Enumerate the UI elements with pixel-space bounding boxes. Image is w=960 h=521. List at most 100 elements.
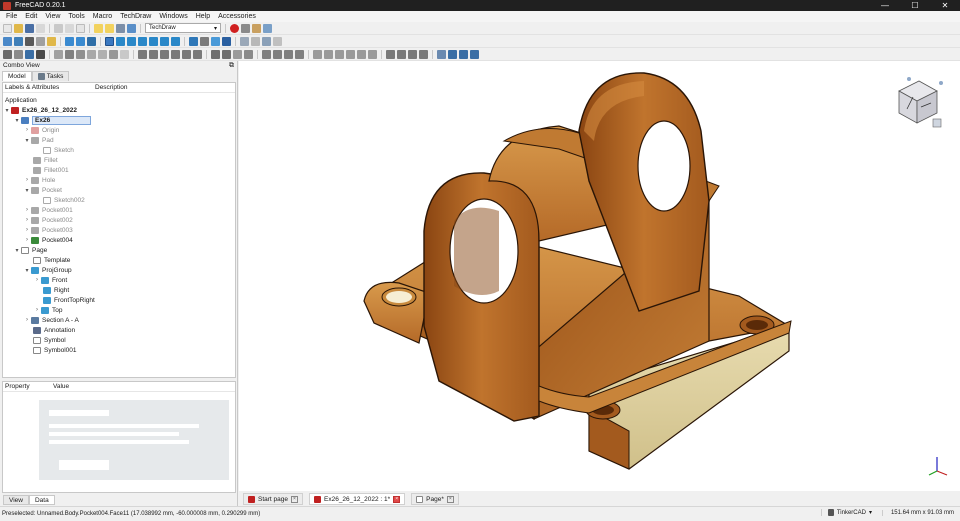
- collapse-arrow-icon[interactable]: ▾: [23, 137, 31, 144]
- expand-arrow-icon[interactable]: ›: [23, 237, 31, 243]
- projection-group-icon[interactable]: [65, 49, 74, 59]
- menu-tools[interactable]: Tools: [64, 13, 88, 20]
- bottom-view-icon[interactable]: [160, 36, 169, 46]
- export-svg-icon[interactable]: [448, 49, 457, 59]
- tree-item-ex26-body[interactable]: ▾ Ex26: [13, 115, 91, 125]
- menu-accessories[interactable]: Accessories: [214, 13, 260, 20]
- close-tab-icon[interactable]: ×: [446, 495, 454, 503]
- radius-dimension-icon[interactable]: [171, 49, 180, 59]
- tree-item-page[interactable]: ▾ Page: [13, 245, 47, 255]
- vertical-dimension-icon[interactable]: [160, 49, 169, 59]
- menu-edit[interactable]: Edit: [21, 13, 41, 20]
- tree-item-symbol001[interactable]: Symbol001: [33, 345, 77, 355]
- close-tab-icon[interactable]: ×: [393, 495, 401, 503]
- tree-item-fillet001[interactable]: Fillet001: [33, 165, 69, 175]
- tree-item-template[interactable]: Template: [33, 255, 70, 265]
- forward-arrow-icon[interactable]: [76, 36, 85, 46]
- tree-item-top[interactable]: › Top: [33, 305, 62, 315]
- rich-text-icon[interactable]: [284, 49, 293, 59]
- fit-all-icon[interactable]: [3, 36, 12, 46]
- tree-item-fillet[interactable]: Fillet: [33, 155, 58, 165]
- tree-item-sketch[interactable]: Sketch: [43, 145, 74, 155]
- leader-line-icon[interactable]: [273, 49, 282, 59]
- tree-item-fronttopright[interactable]: FrontTopRight: [43, 295, 95, 305]
- 3d-model-render[interactable]: [239, 61, 960, 491]
- angle-dimension-icon[interactable]: [193, 49, 202, 59]
- part-icon[interactable]: [240, 36, 249, 46]
- export-dxf-icon[interactable]: [459, 49, 468, 59]
- section-view-icon[interactable]: [76, 49, 85, 59]
- tab-model[interactable]: Model: [2, 71, 32, 81]
- save-icon[interactable]: [25, 23, 34, 33]
- navigation-style-selector[interactable]: TinkerCAD ▾: [820, 509, 872, 516]
- close-button[interactable]: ✕: [930, 0, 960, 11]
- tree-item-sketch002[interactable]: Sketch002: [43, 195, 85, 205]
- group-icon[interactable]: [251, 36, 260, 46]
- whats-this-icon[interactable]: [127, 23, 136, 33]
- measure-toggle-icon[interactable]: [211, 36, 220, 46]
- fit-selection-icon[interactable]: [14, 36, 23, 46]
- expand-arrow-icon[interactable]: ›: [33, 277, 41, 283]
- macro-play-icon[interactable]: [263, 23, 272, 33]
- hatch-icon[interactable]: [211, 49, 220, 59]
- isometric-view-icon[interactable]: [105, 36, 114, 46]
- tab-page[interactable]: Page* ×: [411, 493, 459, 505]
- expand-arrow-icon[interactable]: ›: [23, 317, 31, 323]
- bounding-box-icon[interactable]: [36, 36, 45, 46]
- tree-item-right[interactable]: Right: [43, 285, 69, 295]
- cosmetic-line-icon[interactable]: [357, 49, 366, 59]
- menu-help[interactable]: Help: [192, 13, 214, 20]
- link-icon[interactable]: [87, 36, 96, 46]
- tree-item-pocket002[interactable]: › Pocket002: [23, 215, 73, 225]
- tab-3d-document[interactable]: Ex26_26_12_2022 : 1* ×: [309, 493, 406, 505]
- export-pdf-icon[interactable]: [470, 49, 479, 59]
- measure-clear-icon[interactable]: [200, 36, 209, 46]
- cosmetic-vertex-icon[interactable]: [324, 49, 333, 59]
- expand-arrow-icon[interactable]: ›: [33, 307, 41, 313]
- macro-stop-icon[interactable]: [241, 23, 250, 33]
- right-view-icon[interactable]: [138, 36, 147, 46]
- spreadsheet-view-icon[interactable]: [120, 49, 129, 59]
- expand-arrow-icon[interactable]: ›: [23, 207, 31, 213]
- arch-view-icon[interactable]: [109, 49, 118, 59]
- front-view-icon[interactable]: [116, 36, 125, 46]
- refresh-icon[interactable]: [116, 23, 125, 33]
- diameter-dimension-icon[interactable]: [182, 49, 191, 59]
- copy-icon[interactable]: [65, 23, 74, 33]
- tree-item-projgroup[interactable]: ▾ ProjGroup: [23, 265, 72, 275]
- thread-icon[interactable]: [419, 49, 428, 59]
- tree-item-pocket[interactable]: ▾ Pocket: [23, 185, 62, 195]
- expand-arrow-icon[interactable]: ›: [23, 177, 31, 183]
- collapse-arrow-icon[interactable]: ▾: [13, 247, 21, 254]
- save-as-icon[interactable]: [36, 23, 45, 33]
- link-actions-icon[interactable]: [273, 36, 282, 46]
- centerline-icon[interactable]: [313, 49, 322, 59]
- toggle-frames-icon[interactable]: [437, 49, 446, 59]
- expand-arrow-icon[interactable]: ›: [23, 227, 31, 233]
- description-column-header[interactable]: Description: [95, 84, 128, 91]
- horizontal-dimension-icon[interactable]: [149, 49, 158, 59]
- lock-icon[interactable]: [47, 36, 56, 46]
- paste-icon[interactable]: [76, 23, 85, 33]
- balloon-icon[interactable]: [295, 49, 304, 59]
- print-all-icon[interactable]: [36, 49, 45, 59]
- rear-view-icon[interactable]: [149, 36, 158, 46]
- tree-item-pocket004[interactable]: › Pocket004: [23, 235, 73, 245]
- cosmetic-circle-icon[interactable]: [368, 49, 377, 59]
- menu-techdraw[interactable]: TechDraw: [116, 13, 155, 20]
- tree-item-section[interactable]: › Section A - A: [23, 315, 79, 325]
- detail-view-icon[interactable]: [87, 49, 96, 59]
- tab-data[interactable]: Data: [28, 495, 55, 505]
- measure-ruler-icon[interactable]: [222, 36, 231, 46]
- cut-icon[interactable]: [54, 23, 63, 33]
- macro-record-icon[interactable]: [230, 23, 239, 33]
- expand-arrow-icon[interactable]: ›: [23, 127, 31, 133]
- tab-tasks[interactable]: Tasks: [31, 71, 70, 81]
- symbol-icon[interactable]: [233, 49, 242, 59]
- macro-list-icon[interactable]: [252, 23, 261, 33]
- expand-arrow-icon[interactable]: ›: [23, 217, 31, 223]
- measure-distance-icon[interactable]: [189, 36, 198, 46]
- tree-item-pocket001[interactable]: › Pocket001: [23, 205, 73, 215]
- minimize-button[interactable]: —: [870, 0, 900, 11]
- image-icon[interactable]: [244, 49, 253, 59]
